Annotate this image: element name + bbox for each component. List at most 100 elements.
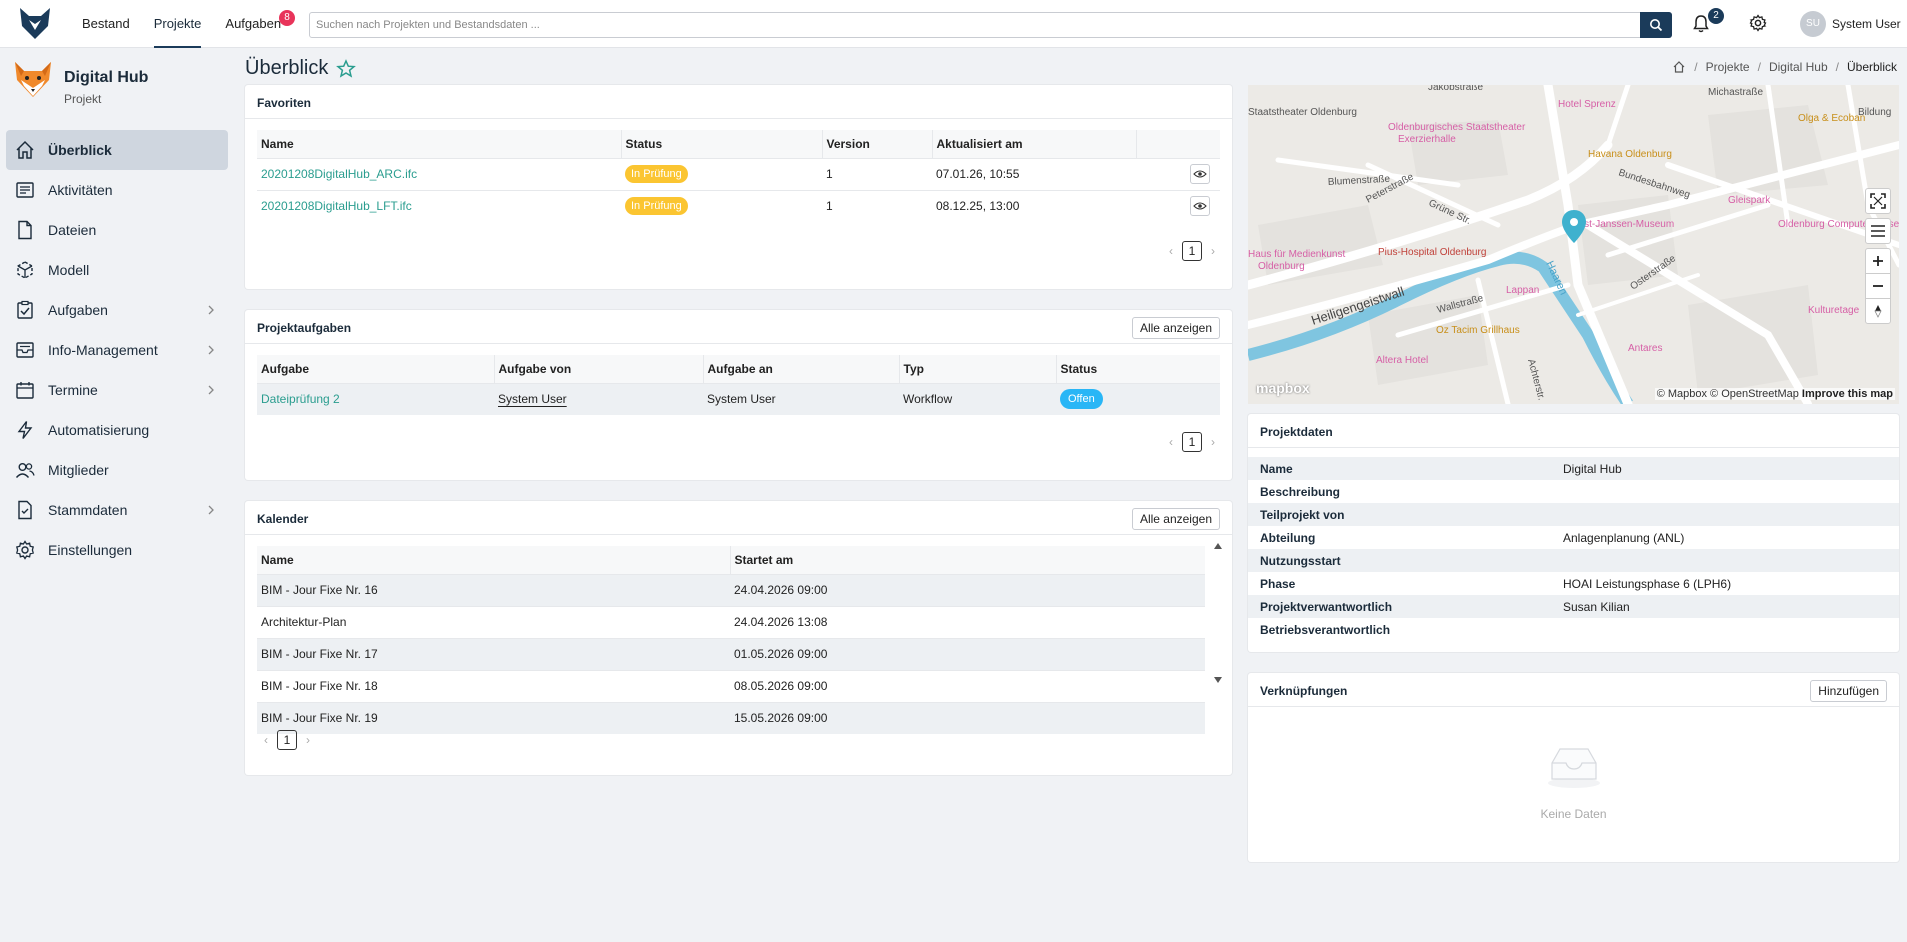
view-button[interactable] [1190,196,1210,217]
map-label: Pius-Hospital Oldenburg [1378,247,1486,258]
show-all-tasks-button[interactable]: Alle anzeigen [1131,317,1220,339]
breadcrumb: / Projekte / Digital Hub / Überblick [1672,60,1897,74]
scroll-down-button[interactable] [1214,677,1222,683]
projektdaten-card: Projektdaten Name Digital Hub Beschreibun… [1248,414,1899,652]
sidebar-item-einstellungen[interactable]: Einstellungen [6,530,228,570]
settings-gear-icon[interactable] [1749,14,1767,32]
mapbox-logo[interactable]: mapbox [1256,380,1310,396]
table-row[interactable]: BIM - Jour Fixe Nr. 18 08.05.2026 09:00 [257,669,1205,702]
minus-icon [1873,285,1883,287]
compass-button[interactable] [1865,298,1891,324]
activity-icon [16,182,34,198]
sidebar: Digital Hub Projekt Überblick Aktivitäte… [0,48,236,942]
eye-icon [1193,170,1207,178]
fullscreen-button[interactable] [1865,188,1891,214]
map-label: Staatstheater Oldenburg [1248,107,1357,118]
view-button[interactable] [1190,164,1210,184]
show-all-events-button[interactable]: Alle anzeigen [1131,508,1220,530]
column-header[interactable]: Version [822,130,933,158]
map-canvas[interactable]: Jakobstraße Staatstheater Oldenburg Mich… [1248,85,1899,404]
map-label: Olga & Ecoban [1798,113,1865,124]
prev-page-button[interactable]: ‹ [1164,435,1178,449]
next-page-button[interactable]: › [1206,244,1220,258]
map-label: Oldenburgisches Staatstheater [1388,122,1526,133]
column-header[interactable]: Startet am [730,546,1205,574]
prev-page-button[interactable]: ‹ [259,733,273,747]
column-header[interactable]: Typ [899,355,1057,383]
attribution-text[interactable]: © Mapbox © OpenStreetMap [1657,388,1799,400]
column-header[interactable]: Aufgabe [257,355,495,383]
sidebar-item-aktivitaeten[interactable]: Aktivitäten [6,170,228,210]
column-header[interactable]: Aufgabe von [494,355,704,383]
scroll-up-button[interactable] [1214,543,1222,549]
page-number[interactable]: 1 [1182,241,1202,261]
map-label: Kulturetage [1808,305,1860,316]
sidebar-item-dateien[interactable]: Dateien [6,210,228,250]
column-header[interactable]: Aufgabe an [703,355,900,383]
search-input[interactable] [310,13,1630,37]
sidebar-menu: Überblick Aktivitäten Dateien Modell Auf… [6,130,228,570]
nav-projekte[interactable]: Projekte [153,0,201,48]
projektaufgaben-title: Projektaufgaben [257,321,352,335]
table-row[interactable]: BIM - Jour Fixe Nr. 16 24.04.2026 09:00 [257,573,1205,606]
chevron-right-icon [208,305,214,315]
project-header: Digital Hub Projekt [12,58,148,106]
next-page-button[interactable]: › [1206,435,1220,449]
top-nav: Bestand Projekte Aufgaben 8 [82,0,305,48]
project-type: Projekt [64,92,102,106]
column-header[interactable]: Status [1056,355,1220,383]
column-header[interactable]: Name [257,130,622,158]
kalender-card: Kalender Alle anzeigen Name Startet am B… [245,501,1232,775]
column-header[interactable]: Name [257,546,731,574]
file-link[interactable]: 20201208DigitalHub_ARC.ifc [261,167,417,181]
user-link[interactable]: System User [498,392,567,406]
table-row[interactable]: BIM - Jour Fixe Nr. 19 15.05.2026 09:00 [257,701,1205,734]
nav-aufgaben[interactable]: Aufgaben 8 [225,0,296,48]
file-link[interactable]: 20201208DigitalHub_LFT.ifc [261,199,412,213]
sidebar-item-mitglieder[interactable]: Mitglieder [6,450,228,490]
calendar-table: Name Startet am BIM - Jour Fixe Nr. 16 24… [257,546,1205,734]
column-header[interactable]: Aktualisiert am [932,130,1137,158]
table-row[interactable]: BIM - Jour Fixe Nr. 17 01.05.2026 09:00 [257,637,1205,670]
sidebar-item-ueberblick[interactable]: Überblick [6,130,228,170]
prev-page-button[interactable]: ‹ [1164,244,1178,258]
column-header[interactable]: Status [621,130,823,158]
sidebar-item-info-management[interactable]: Info-Management [6,330,228,370]
sidebar-item-stammdaten[interactable]: Stammdaten [6,490,228,530]
status-badge: In Prüfung [625,165,688,183]
sidebar-item-termine[interactable]: Termine [6,370,228,410]
page-number[interactable]: 1 [277,730,297,750]
zoom-in-button[interactable] [1865,248,1891,274]
layers-list-button[interactable] [1865,218,1891,244]
chevron-right-icon [208,345,214,355]
project-location-map[interactable]: Jakobstraße Staatstheater Oldenburg Mich… [1248,85,1899,404]
home-icon[interactable] [1672,60,1686,74]
zoom-out-button[interactable] [1865,273,1891,299]
project-field-verantwortlich: Projektverwantwortlich Susan Kilian [1248,595,1899,618]
breadcrumb-digital-hub[interactable]: Digital Hub [1769,60,1828,74]
nav-bestand[interactable]: Bestand [82,0,130,48]
home-icon [16,140,34,159]
avatar: SU [1800,11,1826,37]
master-data-icon [18,500,32,520]
page-title: Überblick [245,57,357,80]
breadcrumb-projekte[interactable]: Projekte [1706,60,1750,74]
favorite-star-icon[interactable] [336,58,357,79]
table-row[interactable]: Architektur-Plan 24.04.2026 13:08 [257,605,1205,638]
add-link-button[interactable]: Hinzufügen [1810,680,1887,702]
user-menu[interactable]: SU System User [1800,11,1901,37]
sidebar-item-modell[interactable]: Modell [6,250,228,290]
map-label: Haus für Medienkunst [1248,249,1345,260]
search-icon [1650,19,1663,32]
fox-mascot-icon [15,62,51,97]
next-page-button[interactable]: › [301,733,315,747]
improve-map-link[interactable]: Improve this map [1802,388,1893,400]
search-button[interactable] [1640,12,1672,38]
sidebar-item-aufgaben[interactable]: Aufgaben [6,290,228,330]
page-number[interactable]: 1 [1182,432,1202,452]
map-label: Lappan [1506,285,1539,296]
task-link[interactable]: Dateiprüfung 2 [261,392,340,406]
project-field-abteilung: Abteilung Anlagenplanung (ANL) [1260,531,1685,545]
fox-logo-icon[interactable] [18,6,52,40]
sidebar-item-automatisierung[interactable]: Automatisierung [6,410,228,450]
